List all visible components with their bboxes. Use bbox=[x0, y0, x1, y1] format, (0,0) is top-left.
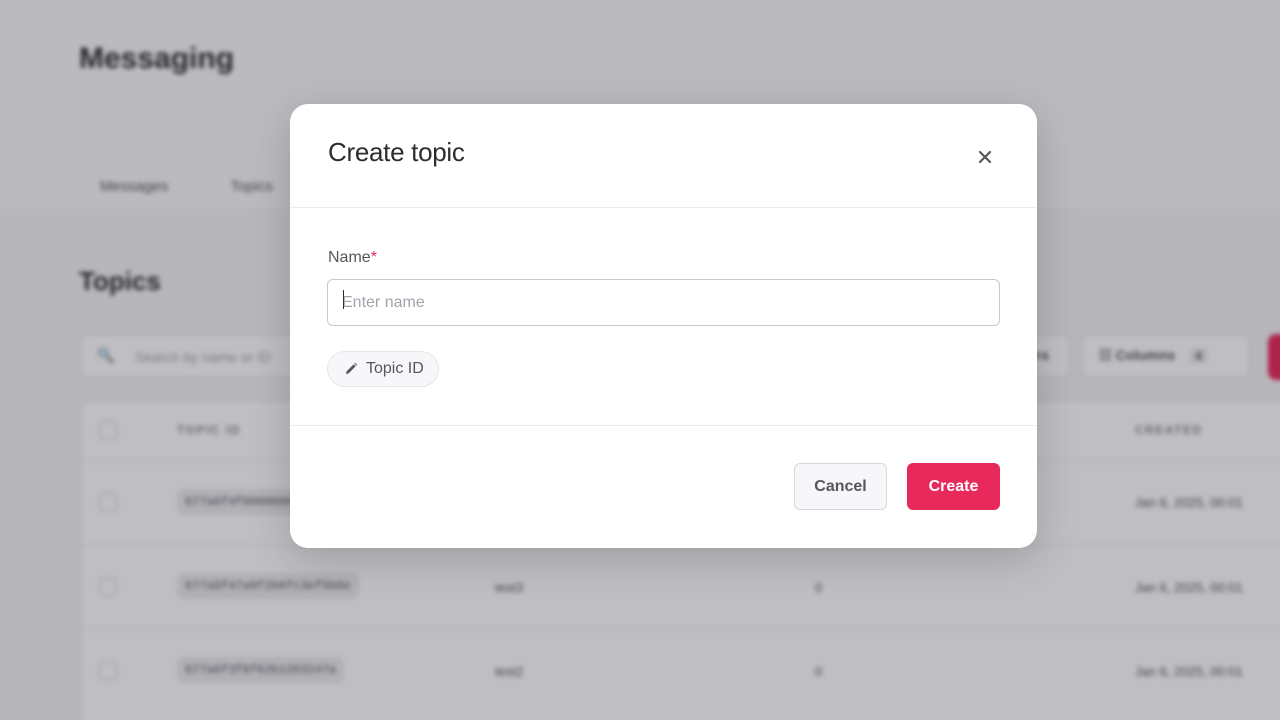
topic-id-button[interactable]: Topic ID bbox=[327, 351, 439, 387]
dialog-footer: Cancel Create bbox=[290, 426, 1037, 548]
required-asterisk: * bbox=[370, 249, 377, 266]
close-icon bbox=[978, 150, 992, 164]
dialog-title: Create topic bbox=[328, 137, 465, 167]
text-caret bbox=[343, 290, 344, 309]
topic-id-button-label: Topic ID bbox=[366, 360, 424, 377]
pencil-icon bbox=[344, 362, 358, 376]
dialog-header: Create topic bbox=[290, 104, 1037, 208]
page: Messaging Messages Topics Topics 🔍 Searc… bbox=[0, 0, 1280, 720]
create-button[interactable]: Create bbox=[907, 463, 1000, 510]
create-topic-dialog: Create topic Name* Cancel Create bbox=[290, 104, 1037, 548]
name-input[interactable] bbox=[327, 279, 1000, 326]
name-field-label: Name* bbox=[328, 249, 377, 267]
name-label-text: Name bbox=[328, 249, 371, 266]
cancel-button[interactable]: Cancel bbox=[794, 463, 887, 510]
dialog-body: Name* bbox=[290, 208, 1037, 426]
close-button[interactable] bbox=[970, 142, 1000, 172]
